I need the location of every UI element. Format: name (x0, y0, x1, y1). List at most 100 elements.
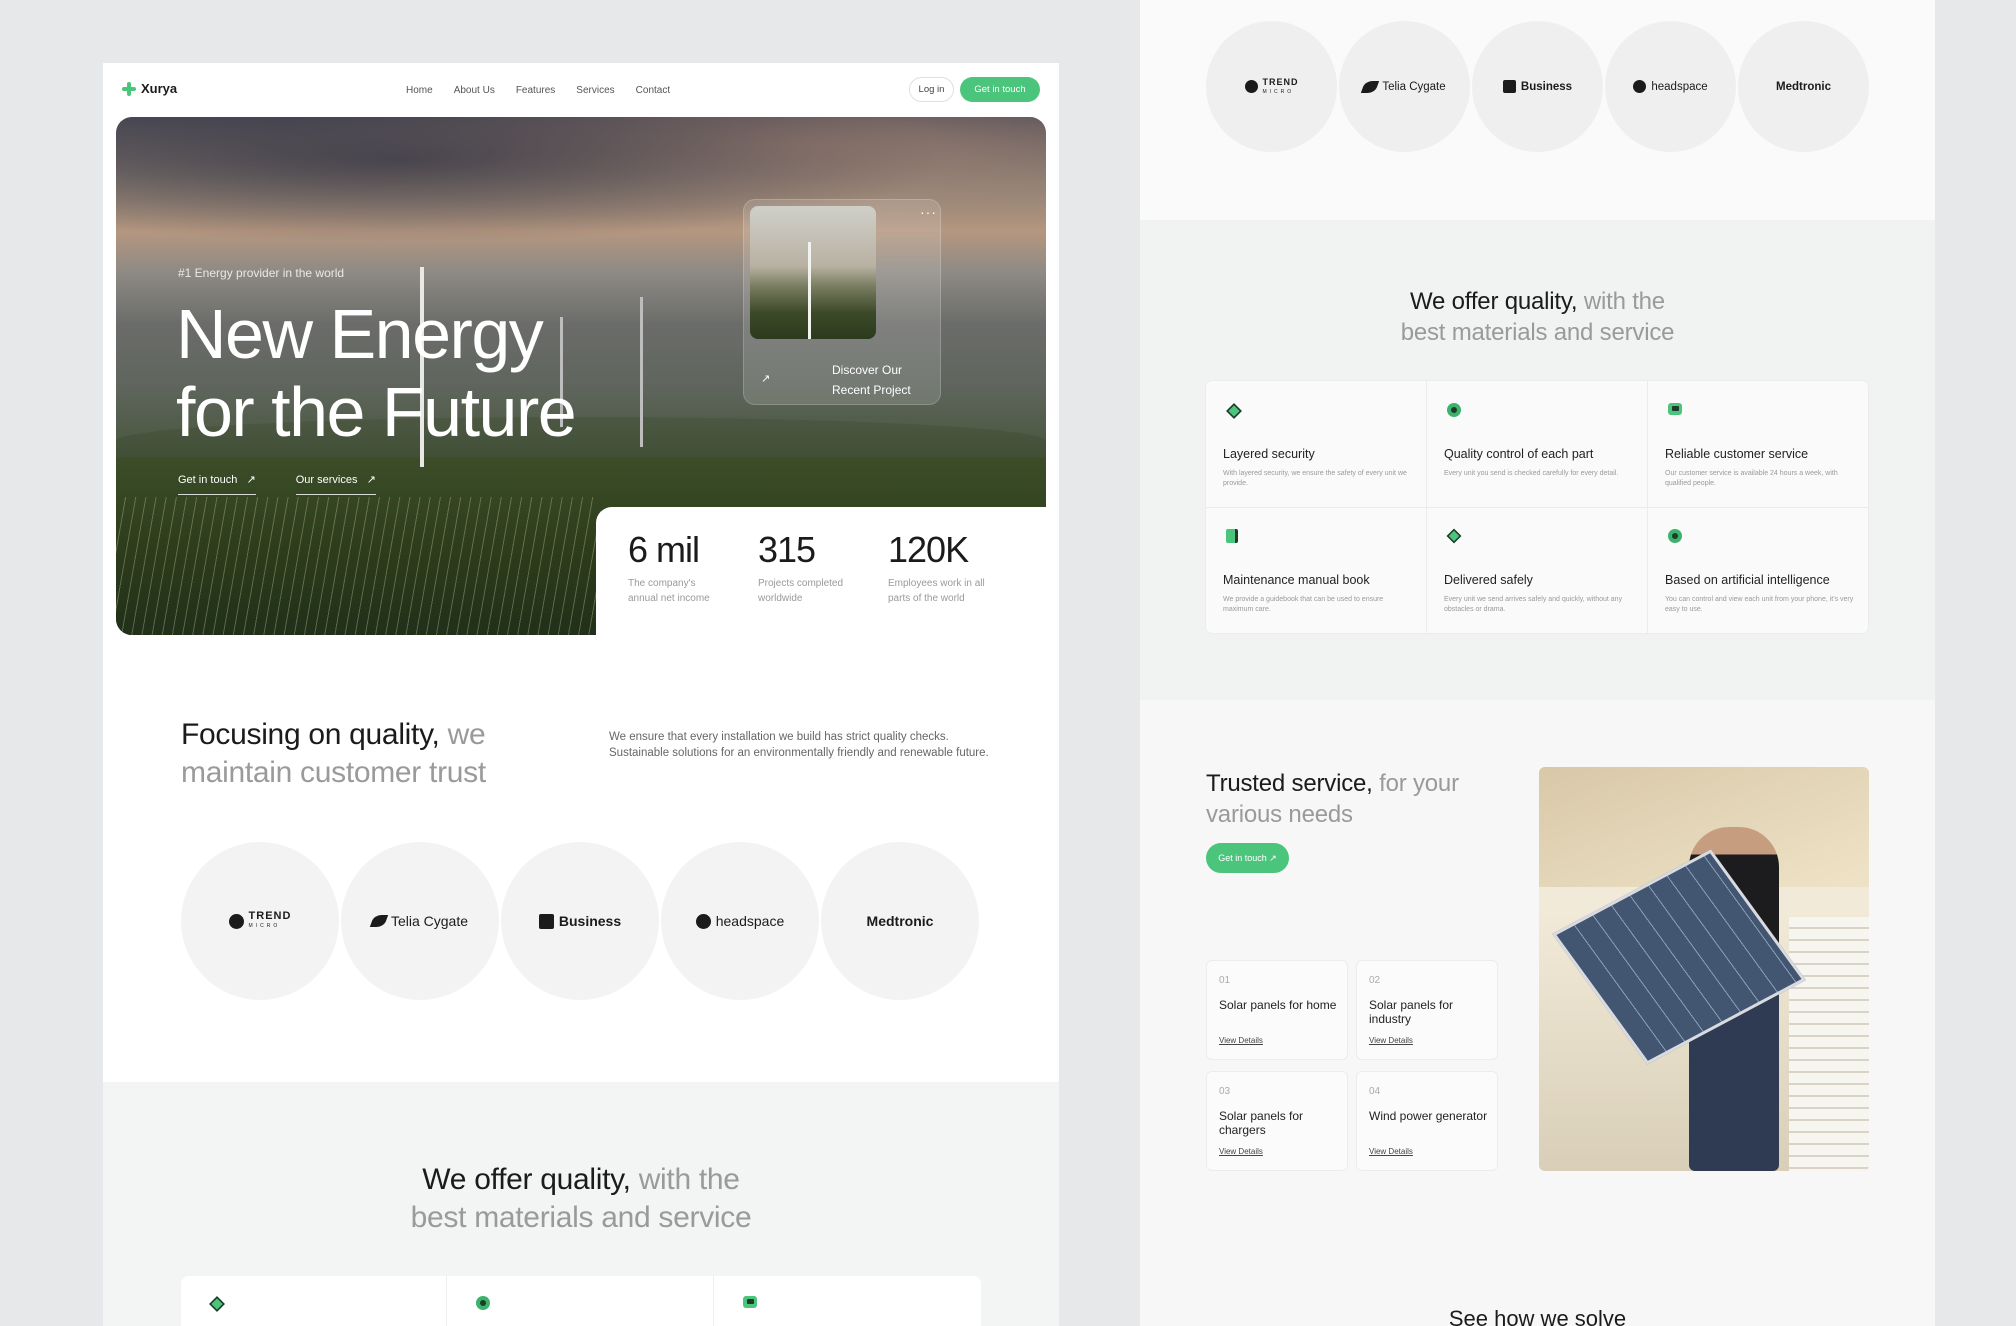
logo-subtext: MICRO (248, 923, 281, 929)
logo-text: Telia Cygate (390, 913, 469, 929)
service-number: 02 (1369, 975, 1381, 986)
hero-link-label: Our services (295, 474, 358, 486)
feature-card: Reliable customer service Our customer s… (1648, 381, 1868, 507)
logo-text: headspace (1651, 80, 1708, 93)
partner-logos: TREND MICRO Telia Cygate Business headspa… (1206, 21, 1869, 152)
nav-links: Home About Us Features Services Contact (406, 85, 670, 96)
hero-link-label: Get in touch (178, 474, 238, 486)
chat-icon (743, 1296, 757, 1308)
heading-muted: for your (1379, 770, 1459, 797)
focus-paragraph: We ensure that every installation we bui… (609, 731, 989, 759)
logo-subtext: MICRO (1262, 88, 1295, 95)
layers-icon (1226, 403, 1240, 417)
heading-muted: maintain customer trust (181, 756, 486, 789)
nav-features[interactable]: Features (516, 85, 555, 96)
logo-medtronic: Medtronic (821, 842, 979, 1000)
view-details-link[interactable]: View Details (1369, 1147, 1413, 1156)
feature-card: Based on artificial intelligence You can… (1648, 507, 1868, 633)
logo-headspace: headspace (1605, 21, 1736, 152)
service-number: 01 (1219, 975, 1231, 986)
feature-card: Layered security With layered security, … (1206, 381, 1426, 507)
recent-project-card[interactable]: ··· ↗ Discover Our Recent Project (743, 199, 941, 405)
view-details-link[interactable]: View Details (1369, 1036, 1413, 1045)
nav-about[interactable]: About Us (454, 85, 495, 96)
landing-page-main: Xurya Home About Us Features Services Co… (103, 63, 1059, 1326)
get-in-touch-button[interactable]: Get in touch (960, 77, 1040, 102)
project-card-line2: Recent Project (832, 383, 911, 397)
stats-panel: 6 mil The company's annual net income 315… (596, 507, 1059, 642)
stat-label: The company's annual net income (628, 578, 710, 604)
offer-cards-preview (181, 1276, 981, 1326)
heading-muted: we (447, 718, 486, 751)
stat-number: 315 (758, 529, 816, 570)
login-button[interactable]: Log in (909, 77, 954, 102)
feature-desc: You can control and view each unit from … (1665, 596, 1854, 613)
view-details-link[interactable]: View Details (1219, 1036, 1263, 1045)
feature-title: Maintenance manual book (1223, 573, 1370, 587)
heading-dark: We offer quality, (422, 1163, 631, 1196)
top-nav: Xurya Home About Us Features Services Co… (103, 63, 1059, 117)
service-card[interactable]: 04 Wind power generator View Details (1356, 1071, 1498, 1171)
service-card[interactable]: 01 Solar panels for home View Details (1206, 960, 1348, 1060)
service-title: Solar panels for home (1219, 998, 1337, 1012)
hero-tagline: #1 Energy provider in the world (178, 266, 345, 280)
brand-logo[interactable]: Xurya (122, 81, 177, 96)
brand-name: Xurya (141, 81, 178, 96)
view-details-link[interactable]: View Details (1219, 1147, 1263, 1156)
feature-title: Based on artificial intelligence (1665, 573, 1830, 587)
project-thumbnail (750, 206, 876, 339)
service-card[interactable]: 03 Solar panels for chargers View Detail… (1206, 1071, 1348, 1171)
feature-title: Layered security (1223, 447, 1315, 461)
check-badge-icon (476, 1296, 490, 1310)
nav-home[interactable]: Home (406, 85, 433, 96)
stat-projects: 315 Projects completed worldwide (758, 529, 843, 606)
telia-icon (1361, 80, 1380, 93)
book-icon (1226, 529, 1238, 543)
logo-medtronic: Medtronic (1738, 21, 1869, 152)
service-number: 04 (1369, 1086, 1381, 1097)
logo-text: headspace (715, 913, 785, 929)
project-card-text: Discover Our Recent Project (832, 360, 911, 400)
feature-desc: Every unit we send arrives safely and qu… (1444, 596, 1623, 613)
service-title: Solar panels for chargers (1219, 1109, 1304, 1137)
hero-our-services-link[interactable]: Our services ↗ (295, 473, 376, 495)
heading-dark: Trusted service, (1206, 770, 1373, 797)
focus-heading: Focusing on quality, we maintain custome… (181, 716, 486, 792)
feature-desc: We provide a guidebook that can be used … (1223, 596, 1384, 613)
stat-income: 6 mil The company's annual net income (628, 529, 710, 606)
logo-trend-micro: TREND MICRO (1206, 21, 1337, 152)
layers-icon (209, 1296, 223, 1310)
logo-telia-cygate: Telia Cygate (1339, 21, 1470, 152)
heading-dark: We offer quality, (1410, 288, 1578, 315)
check-badge-icon (1447, 403, 1461, 417)
offer-heading: We offer quality, with the best material… (103, 1161, 1059, 1237)
service-card[interactable]: 02 Solar panels for industry View Detail… (1356, 960, 1498, 1060)
solar-installer-photo (1539, 767, 1869, 1171)
logo-text: Telia Cygate (1382, 80, 1446, 93)
business-icon (538, 913, 554, 929)
features-grid: Layered security With layered security, … (1206, 381, 1868, 633)
nav-services[interactable]: Services (576, 85, 614, 96)
stat-label: Employees work in all parts of the world (888, 578, 985, 604)
stat-number: 6 mil (628, 529, 700, 570)
landing-page-continued: TREND MICRO Telia Cygate Business headspa… (1140, 0, 1935, 1326)
feature-card: Delivered safely Every unit we send arri… (1427, 507, 1647, 633)
hero-get-in-touch-link[interactable]: Get in touch ↗ (178, 473, 256, 495)
see-how-heading: See how we solve (1448, 1306, 1627, 1326)
logo-business: Business (501, 842, 659, 1000)
heading-muted: with the (638, 1163, 740, 1196)
heading-muted: with the (1583, 288, 1665, 315)
arrow-icon[interactable]: ↗ (761, 372, 770, 385)
trust-heading: Trusted service, for your various needs (1206, 768, 1459, 830)
feature-desc: Our customer service is available 24 hou… (1665, 470, 1838, 487)
feature-card: Maintenance manual book We provide a gui… (1206, 507, 1426, 633)
ai-icon (1668, 529, 1682, 543)
logo-telia-cygate: Telia Cygate (341, 842, 499, 1000)
nav-contact[interactable]: Contact (636, 85, 670, 96)
trend-micro-icon (228, 913, 244, 929)
more-icon[interactable]: ··· (920, 204, 937, 220)
trust-get-in-touch-button[interactable]: Get in touch ↗ (1206, 843, 1289, 873)
hero-title-line2: for the Future (176, 373, 577, 451)
arrow-icon: ↗ (366, 474, 376, 486)
stat-label: Projects completed worldwide (758, 578, 844, 604)
